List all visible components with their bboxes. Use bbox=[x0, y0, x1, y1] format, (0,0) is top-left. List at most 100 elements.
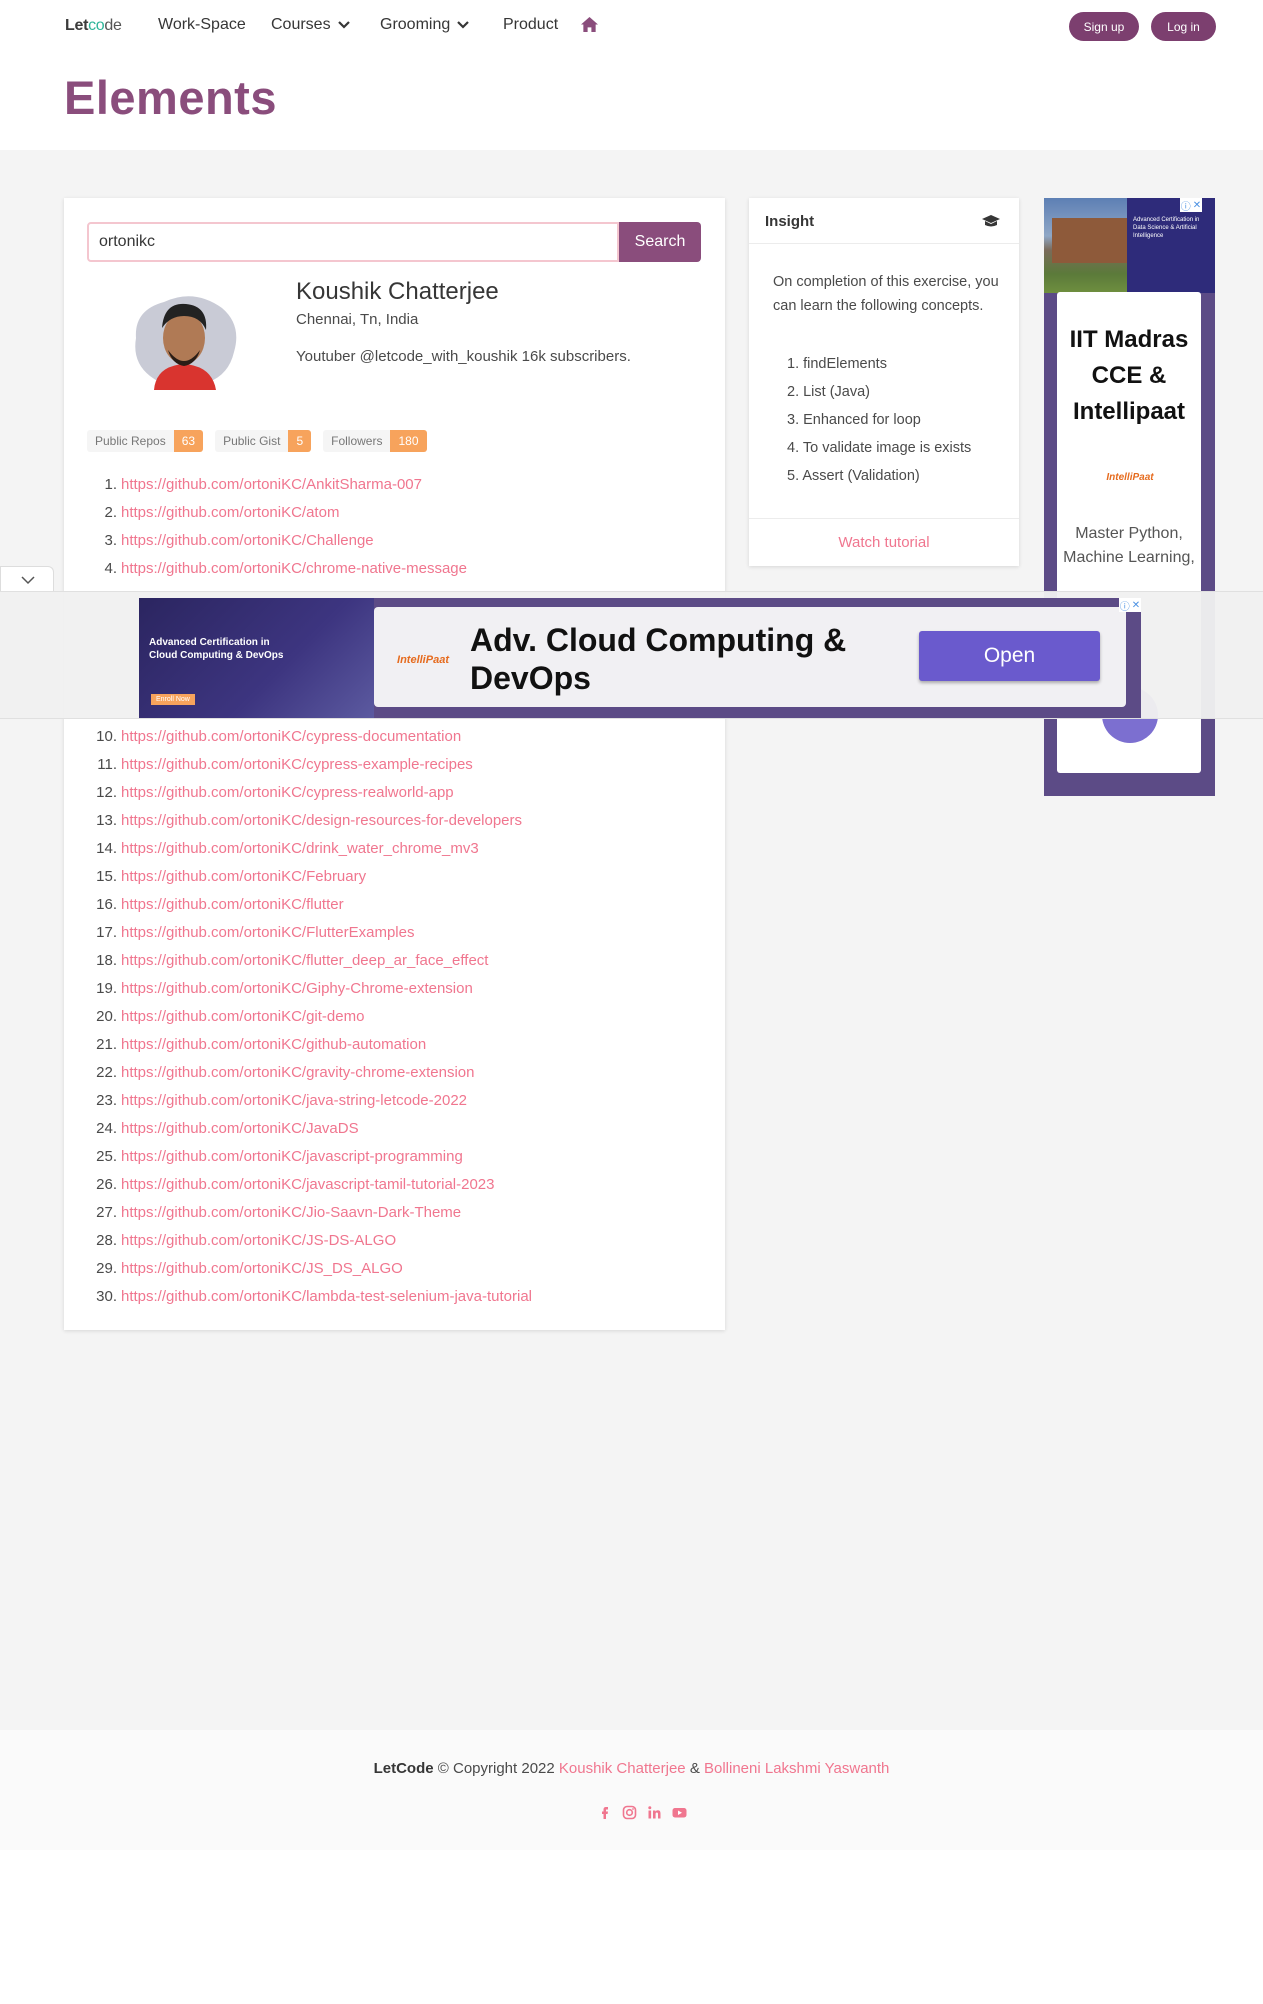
list-number: 26. bbox=[96, 1175, 117, 1193]
ad-logo-text: IntelliPaat bbox=[397, 654, 450, 666]
ad-choices-icon[interactable]: ⓘ ✕ bbox=[1119, 598, 1141, 613]
insight-item: 3. Enhanced for loop bbox=[787, 412, 921, 428]
avatar bbox=[135, 296, 237, 390]
ad-title: IIT Madras CCE & Intellipaat bbox=[1069, 326, 1189, 425]
list-number: 17. bbox=[96, 923, 117, 941]
repo-link[interactable]: https://github.com/ortoniKC/JS_DS_ALGO bbox=[121, 1260, 403, 1277]
repo-link[interactable]: https://github.com/ortoniKC/flutter_deep… bbox=[121, 952, 488, 969]
list-number: 23. bbox=[96, 1091, 117, 1109]
login-button[interactable]: Log in bbox=[1151, 12, 1216, 41]
ad-open-button[interactable]: Open bbox=[919, 631, 1100, 681]
repo-link[interactable]: https://github.com/ortoniKC/Jio-Saavn-Da… bbox=[121, 1204, 461, 1221]
footer-ampersand: & bbox=[689, 1760, 700, 1777]
letcode-logo[interactable]: Letcode bbox=[65, 17, 122, 35]
list-number: 28. bbox=[96, 1231, 117, 1249]
stat-value: 5 bbox=[288, 430, 312, 452]
list-item: 16. https://github.com/ortoniKC/flutter bbox=[87, 890, 532, 918]
facebook-icon[interactable] bbox=[597, 1805, 612, 1820]
stat-value: 180 bbox=[390, 430, 427, 452]
repo-link[interactable]: https://github.com/ortoniKC/atom bbox=[121, 504, 339, 521]
search-button[interactable]: Search bbox=[619, 222, 701, 262]
nav-product[interactable]: Product bbox=[503, 16, 558, 34]
ad-choices-icon[interactable]: ⓘ ✕ bbox=[1180, 198, 1202, 213]
list-item: 29. https://github.com/ortoniKC/JS_DS_ALG… bbox=[87, 1254, 532, 1282]
repo-link[interactable]: https://github.com/ortoniKC/java-string-… bbox=[121, 1092, 467, 1109]
list-number: 25. bbox=[96, 1147, 117, 1165]
repo-link[interactable]: https://github.com/ortoniKC/JS-DS-ALGO bbox=[121, 1232, 396, 1249]
list-item: 30. https://github.com/ortoniKC/lambda-te… bbox=[87, 1282, 532, 1310]
intellipaat-logo-icon: IntelliPaat bbox=[397, 654, 450, 666]
ad-collapse-toggle[interactable] bbox=[0, 566, 54, 592]
repo-link[interactable]: https://github.com/ortoniKC/gravity-chro… bbox=[121, 1064, 475, 1081]
nav-grooming-label: Grooming bbox=[380, 16, 451, 33]
repo-link[interactable]: https://github.com/ortoniKC/FlutterExamp… bbox=[121, 924, 414, 941]
intellipaat-logo-icon: IntelliPaat bbox=[1106, 472, 1154, 483]
repo-link[interactable]: https://github.com/ortoniKC/drink_water_… bbox=[121, 840, 479, 857]
repo-link[interactable]: https://github.com/ortoniKC/flutter bbox=[121, 896, 344, 913]
home-icon[interactable] bbox=[580, 16, 599, 33]
bottom-ad-overlay: Advanced Certification in Cloud Computin… bbox=[0, 591, 1263, 719]
stat-value: 63 bbox=[173, 430, 204, 452]
repo-link[interactable]: https://github.com/ortoniKC/Giphy-Chrome… bbox=[121, 980, 473, 997]
list-item: 2. https://github.com/ortoniKC/atom bbox=[87, 498, 532, 526]
linkedin-icon[interactable] bbox=[647, 1805, 662, 1820]
insight-title: Insight bbox=[765, 213, 815, 230]
stat-public-repos: Public Repos 63 bbox=[87, 430, 204, 452]
list-item: 13. https://github.com/ortoniKC/design-re… bbox=[87, 806, 532, 834]
list-number: 29. bbox=[96, 1259, 117, 1277]
ad-headline: Adv. Cloud Computing & DevOps bbox=[470, 621, 870, 697]
stats-row: Public Repos 63 Public Gist 5 Followers … bbox=[87, 430, 427, 452]
footer: LetCode © Copyright 2022 Koushik Chatter… bbox=[0, 1730, 1263, 1850]
repo-link[interactable]: https://github.com/ortoniKC/javascript-p… bbox=[121, 1148, 463, 1165]
list-item: 17. https://github.com/ortoniKC/FlutterEx… bbox=[87, 918, 532, 946]
top-navbar: Letcode Work-Space Courses Grooming Prod… bbox=[0, 0, 1263, 52]
repo-link[interactable]: https://github.com/ortoniKC/February bbox=[121, 868, 366, 885]
list-item: 21. https://github.com/ortoniKC/github-au… bbox=[87, 1030, 532, 1058]
watch-tutorial-link[interactable]: Watch tutorial bbox=[749, 518, 1019, 566]
instagram-icon[interactable] bbox=[622, 1805, 637, 1820]
list-item: 10. https://github.com/ortoniKC/cypress-d… bbox=[87, 722, 532, 750]
repo-link[interactable]: https://github.com/ortoniKC/JavaDS bbox=[121, 1120, 359, 1137]
logo-part-co: co bbox=[88, 17, 105, 34]
search-input[interactable] bbox=[87, 222, 619, 262]
repo-link[interactable]: https://github.com/ortoniKC/Challenge bbox=[121, 532, 374, 549]
nav-grooming[interactable]: Grooming bbox=[380, 16, 470, 34]
youtube-icon[interactable] bbox=[672, 1805, 687, 1820]
stat-label: Public Gist bbox=[215, 430, 289, 452]
ad-building-shape bbox=[1052, 218, 1130, 263]
list-number: 13. bbox=[96, 811, 117, 829]
nav-workspace[interactable]: Work-Space bbox=[158, 16, 246, 34]
list-item: 18. https://github.com/ortoniKC/flutter_d… bbox=[87, 946, 532, 974]
list-item: 1. https://github.com/ortoniKC/AnkitSharm… bbox=[87, 470, 532, 498]
social-links bbox=[597, 1805, 687, 1820]
list-item: 22. https://github.com/ortoniKC/gravity-c… bbox=[87, 1058, 532, 1086]
repo-link[interactable]: https://github.com/ortoniKC/AnkitSharma-… bbox=[121, 476, 422, 493]
list-item: 27. https://github.com/ortoniKC/Jio-Saavn… bbox=[87, 1198, 532, 1226]
list-item: 14. https://github.com/ortoniKC/drink_wat… bbox=[87, 834, 532, 862]
repo-link[interactable]: https://github.com/ortoniKC/cypress-docu… bbox=[121, 728, 461, 745]
ad-promo-text: Advanced Certification in Cloud Computin… bbox=[149, 637, 284, 661]
footer-author-link[interactable]: Bollineni Lakshmi Yaswanth bbox=[704, 1760, 889, 1777]
repo-link[interactable]: https://github.com/ortoniKC/git-demo bbox=[121, 1008, 364, 1025]
footer-brand: LetCode bbox=[373, 1760, 434, 1777]
repo-link[interactable]: https://github.com/ortoniKC/github-autom… bbox=[121, 1036, 426, 1053]
insight-item: 5. Assert (Validation) bbox=[787, 468, 920, 484]
logo-part-de: de bbox=[104, 17, 122, 34]
repo-link[interactable]: https://github.com/ortoniKC/cypress-real… bbox=[121, 784, 454, 801]
footer-author-link[interactable]: Koushik Chatterjee bbox=[559, 1760, 686, 1777]
list-number: 27. bbox=[96, 1203, 117, 1221]
insight-item: 1. findElements bbox=[787, 356, 887, 372]
graduation-cap-icon bbox=[982, 215, 1000, 227]
list-number: 21. bbox=[96, 1035, 117, 1053]
bottom-advertisement[interactable]: Advanced Certification in Cloud Computin… bbox=[139, 598, 1141, 718]
list-item: 23. https://github.com/ortoniKC/java-stri… bbox=[87, 1086, 532, 1114]
repo-link[interactable]: https://github.com/ortoniKC/javascript-t… bbox=[121, 1176, 495, 1193]
nav-courses[interactable]: Courses bbox=[271, 16, 351, 34]
repo-link[interactable]: https://github.com/ortoniKC/design-resou… bbox=[121, 812, 522, 829]
ad-headline-text: Adv. Cloud Computing & DevOps bbox=[470, 622, 847, 696]
repo-link[interactable]: https://github.com/ortoniKC/cypress-exam… bbox=[121, 756, 473, 773]
repo-link[interactable]: https://github.com/ortoniKC/chrome-nativ… bbox=[121, 560, 467, 577]
signup-button[interactable]: Sign up bbox=[1069, 12, 1139, 41]
repo-link[interactable]: https://github.com/ortoniKC/lambda-test-… bbox=[121, 1288, 532, 1305]
list-number: 16. bbox=[96, 895, 117, 913]
